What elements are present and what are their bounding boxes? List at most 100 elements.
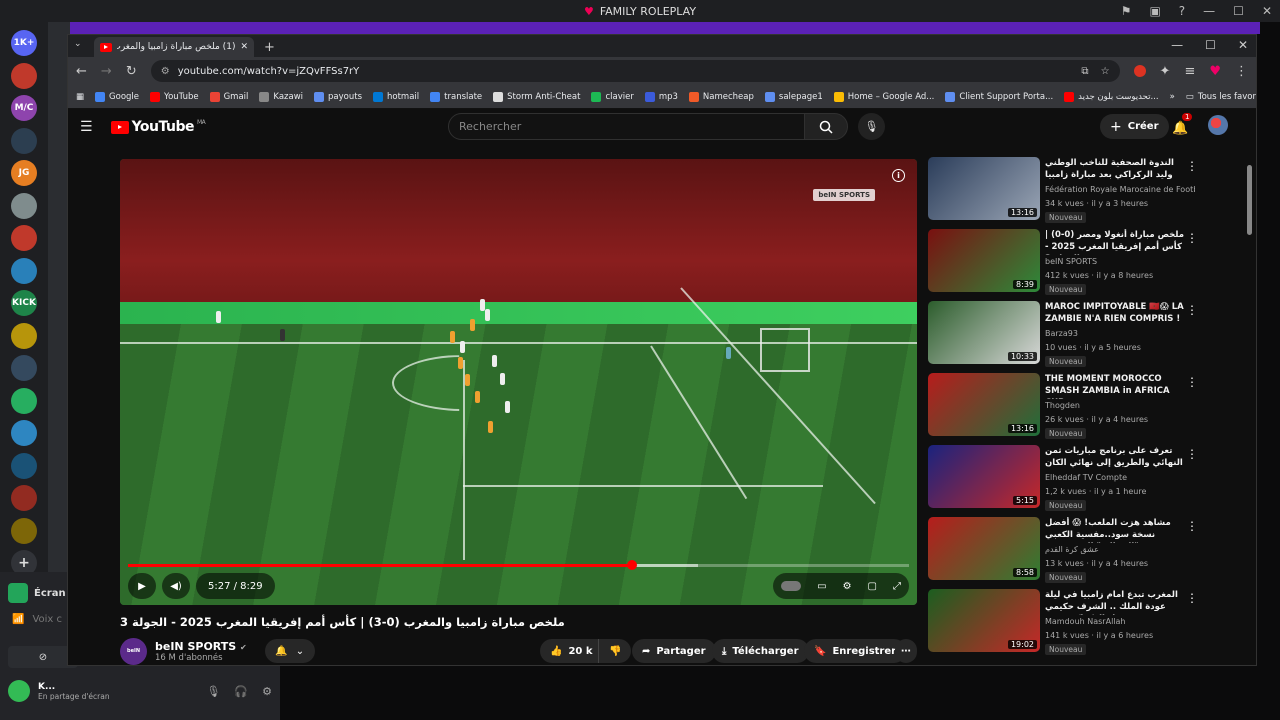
back-icon[interactable]: ← [76,64,87,79]
subscription-bell-button[interactable]: 🔔 ⌄ [264,639,315,663]
bookmark-item[interactable]: clavier [591,91,634,102]
more-options-icon[interactable]: ⋮ [1186,591,1198,605]
bookmark-item[interactable]: Home – Google Ad... [833,91,934,102]
server-icon[interactable] [11,192,37,219]
video-title[interactable]: تعرف على برنامج مباريات ثمن النهائي والط… [1045,445,1185,469]
voice-search-button[interactable]: 🎙 [858,113,885,140]
youtube-logo[interactable]: YouTube MA [110,119,206,135]
more-options-icon[interactable]: ⋮ [1186,447,1198,461]
video-title[interactable]: THE MOMENT MOROCCO SMASH ZAMBIA in AFRIC… [1045,373,1185,399]
flag-icon[interactable]: ⚑ [1121,4,1132,18]
new-tab-icon[interactable]: + [264,40,275,55]
server-icon[interactable] [11,257,37,284]
server-icon[interactable] [11,62,37,89]
bookmark-item[interactable]: Namecheap [688,91,754,102]
bookmark-item[interactable]: mp3 [644,91,678,102]
channel-name[interactable]: Thogden [1045,401,1195,410]
hamburger-menu-icon[interactable]: ☰ [80,119,93,135]
maximize-icon[interactable]: ☐ [1233,4,1244,18]
video-title[interactable]: MAROC IMPITOYABLE 🇲🇦😱 LA ZAMBIE N'A RIEN… [1045,301,1185,327]
extension-s-icon[interactable] [1133,65,1146,77]
more-options-icon[interactable]: ⋮ [1186,159,1198,173]
autoplay-toggle[interactable] [781,581,802,591]
star-icon[interactable]: ☆ [1101,66,1110,77]
bookmark-item[interactable]: تحديوست بلون جديد... [1064,91,1159,102]
video-thumbnail[interactable]: 8:58 [928,517,1040,580]
headphones-icon[interactable]: 🎧 [234,685,248,698]
theater-mode-icon[interactable]: ▢ [868,581,877,592]
close-icon[interactable]: ✕ [1238,38,1248,52]
all-bookmarks-folder[interactable]: ▭Tous les favoris [1186,92,1256,102]
bookmark-item[interactable]: salepage1 [764,91,823,102]
server-icon[interactable] [11,485,37,511]
bookmark-item[interactable]: payouts [314,91,362,102]
video-thumbnail[interactable]: 8:39 [928,229,1040,292]
video-thumbnail[interactable]: 13:16 [928,157,1040,220]
site-info-icon[interactable]: ⚙ [161,66,170,77]
server-icon[interactable] [11,322,37,349]
fullscreen-icon[interactable]: ⤢ [893,581,901,592]
more-options-icon[interactable]: ⋮ [1186,375,1198,389]
maximize-icon[interactable]: ☐ [1205,38,1216,52]
recommended-video[interactable]: 5:15 تعرف على برنامج مباريات ثمن النهائي … [928,445,1248,511]
play-button[interactable]: ▶ [128,573,156,599]
browser-tab[interactable]: (1) ملخص مباراة زامبيا والمغرب ✕ [94,37,254,57]
more-options-icon[interactable]: ⋮ [1186,303,1198,317]
server-icon[interactable] [11,355,37,381]
channel-name[interactable]: Mamdouh NasrAllah [1045,617,1195,626]
menu-icon[interactable]: ⋮ [1235,64,1248,79]
settings-icon[interactable]: ⚙ [262,685,272,698]
channel-name[interactable]: عشق كرة القدم [1045,545,1195,554]
download-button[interactable]: ⤓ Télécharger [712,639,809,663]
save-button[interactable]: 🔖 Enregistrer [804,639,907,663]
like-button[interactable]: 👍 20 k [540,639,603,663]
info-icon[interactable]: i [892,169,905,182]
url-field[interactable]: ⚙ youtube.com/watch?v=jZQvFFSs7rY ⧉ ☆ [150,60,1120,82]
channel-name[interactable]: beIN SPORTS ✔ [155,640,247,653]
subtitles-icon[interactable]: ▭ [817,581,826,592]
tab-close-icon[interactable]: ✕ [240,42,248,52]
bookmark-item[interactable]: translate [430,91,482,102]
recommended-video[interactable]: 10:33 MAROC IMPITOYABLE 🇲🇦😱 LA ZAMBIE N'A… [928,301,1248,367]
recommended-video[interactable]: 19:02 المغرب تبدع امام زامبيا في ليلة عود… [928,589,1248,655]
video-thumbnail[interactable]: 13:16 [928,373,1040,436]
server-icon[interactable] [11,127,37,154]
server-icon[interactable]: JG [11,160,37,186]
avatar[interactable] [8,680,30,702]
search-input[interactable]: Rechercher [448,113,806,140]
inbox-icon[interactable]: ▣ [1149,4,1160,18]
channel-name[interactable]: Fédération Royale Marocaine de Football [1045,185,1195,194]
cast-icon[interactable]: ⧉ [1081,66,1088,77]
progress-bar[interactable] [128,560,909,570]
server-icon[interactable]: 1K+ [11,30,37,56]
bookmark-item[interactable]: YouTube [150,91,199,102]
scrubber-handle[interactable] [626,560,637,570]
channel-name[interactable]: beIN SPORTS [1045,257,1195,266]
more-options-icon[interactable]: ⋮ [1186,231,1198,245]
settings-icon[interactable]: ⚙ [843,581,852,592]
media-icon[interactable]: ≡ [1184,64,1195,79]
server-icon[interactable] [11,387,37,414]
channel-name[interactable]: Elheddaf TV Compte [1045,473,1195,482]
recommended-video[interactable]: 8:39 ملخص مباراة أنغولا ومصر (0-0) | كأس … [928,229,1248,295]
recommended-video[interactable]: 13:16 THE MOMENT MOROCCO SMASH ZAMBIA in … [928,373,1248,439]
help-icon[interactable]: ? [1179,4,1185,18]
channel-avatar[interactable]: beIN [120,637,147,665]
video-title[interactable]: الندوة الصحفية للناخب الوطني وليد الركرا… [1045,157,1185,181]
extensions-icon[interactable]: ✦ [1160,64,1171,79]
bookmark-item[interactable]: Google [95,91,139,102]
tab-search-icon[interactable]: ⌄ [74,39,82,49]
server-icon[interactable] [11,225,37,251]
bookmark-item[interactable]: Gmail [209,91,248,102]
video-title[interactable]: المغرب تبدع امام زامبيا في ليلة عودة الم… [1045,589,1185,615]
server-icon[interactable]: M/C [11,95,37,121]
server-icon[interactable] [11,452,37,479]
share-button[interactable]: ➦ Partager [632,639,716,663]
bookmark-item[interactable]: hotmail [373,91,419,102]
recommended-video[interactable]: 8:58 مشاهد هزت الملعب! 😱 أفضل نسخة سود..م… [928,517,1248,583]
avatar[interactable] [1208,115,1228,135]
close-icon[interactable]: ✕ [1262,4,1272,18]
more-options-icon[interactable]: ⋮ [1186,519,1198,533]
create-button[interactable]: + Créer [1100,114,1169,139]
more-actions-button[interactable]: ⋯ [895,639,917,663]
